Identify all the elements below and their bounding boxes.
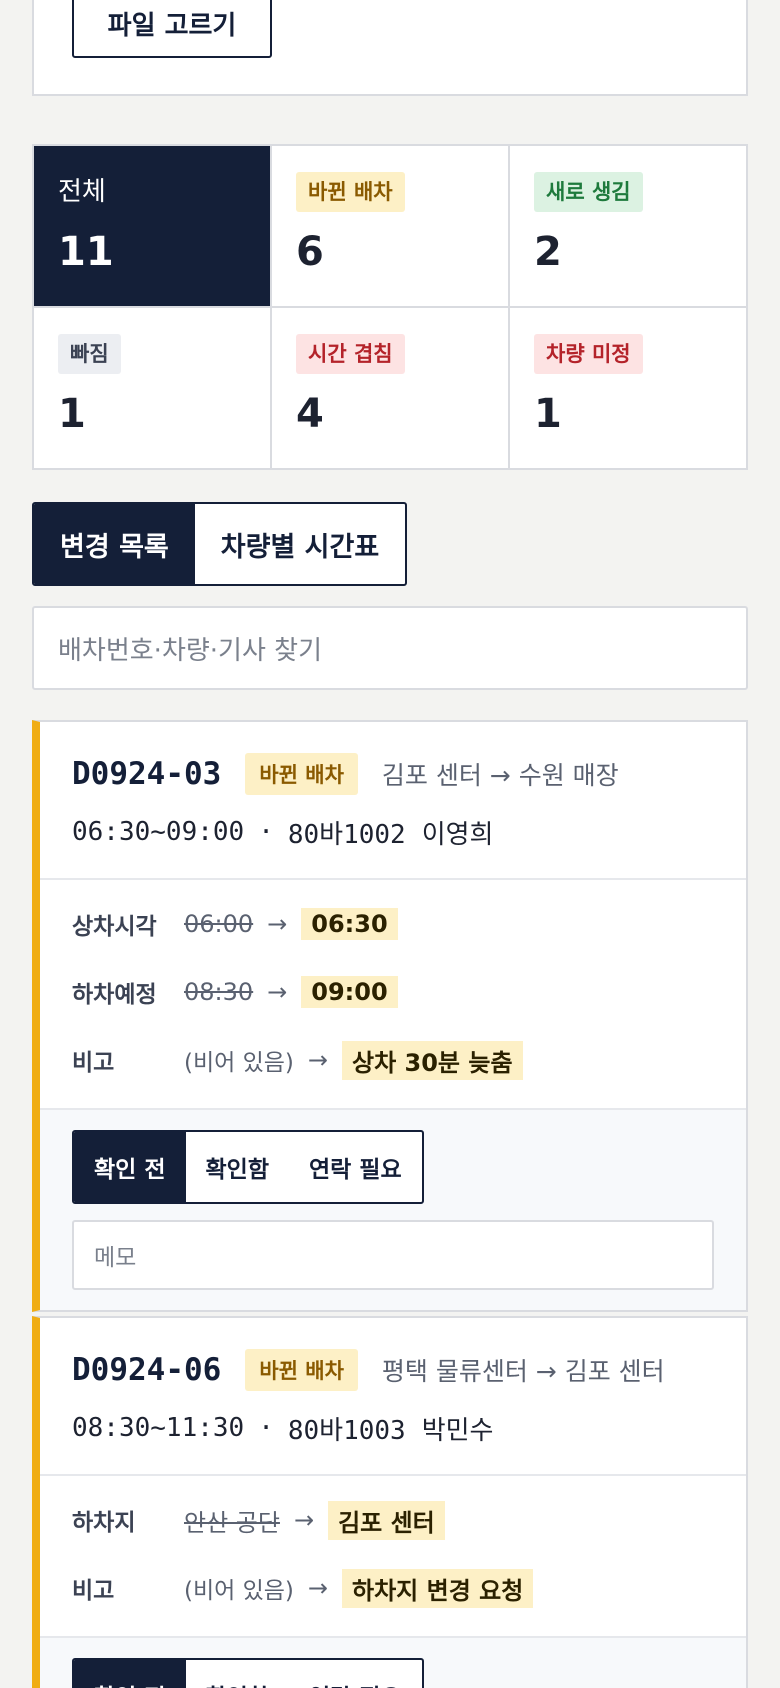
- dispatch-id: D0924-06: [72, 1352, 222, 1388]
- stat-missing-count: 1: [58, 391, 86, 437]
- stat-overlap[interactable]: 시간 겹침 4: [272, 308, 508, 468]
- review-panel: 확인 전 확인함 연락 필요 메모: [40, 1110, 746, 1310]
- vehicle-number: 80바1003: [287, 1415, 406, 1446]
- file-select-button[interactable]: 파일 고르기: [72, 0, 272, 58]
- new-value: 김포 센터: [328, 1500, 445, 1540]
- new-value: 상차 30분 늦춤: [342, 1040, 523, 1080]
- status-unchecked-button[interactable]: 확인 전: [74, 1132, 186, 1202]
- old-value: (비어 있음): [184, 1050, 294, 1076]
- status-unchecked-button[interactable]: 확인 전: [74, 1660, 186, 1688]
- status-badge: 바뀐 배차: [245, 753, 358, 795]
- arrow-right-icon: →: [267, 910, 288, 938]
- vehicle-number: 80바1002: [287, 819, 406, 850]
- stat-new[interactable]: 새로 생김 2: [510, 146, 746, 306]
- old-value: 06:00: [184, 910, 254, 938]
- route-text: 평택 물류센터 → 김포 센터: [381, 1357, 665, 1386]
- change-row: 비고 (비어 있음) → 하차지 변경 요청: [72, 1554, 714, 1622]
- status-checked-button[interactable]: 확인함: [186, 1660, 289, 1688]
- old-value: 08:30: [184, 978, 254, 1006]
- card-header: D0924-03 바뀐 배차 김포 센터 → 수원 매장 06:30~09:00…: [40, 722, 746, 880]
- time-window: 06:30~09:00: [72, 817, 245, 847]
- change-label: 하차예정: [72, 982, 157, 1008]
- status-checked-button[interactable]: 확인함: [186, 1132, 289, 1202]
- new-value: 하차지 변경 요청: [342, 1568, 534, 1608]
- status-contact-needed-button[interactable]: 연락 필요: [289, 1660, 422, 1688]
- change-list: 하차지 안산 공단 → 김포 센터 비고 (비어 있음) → 하차지 변경 요청: [40, 1476, 746, 1638]
- view-tabs: 변경 목록 차량별 시간표: [32, 502, 408, 586]
- old-value: 안산 공단: [184, 1508, 280, 1537]
- stat-missing[interactable]: 빠짐 1: [34, 308, 270, 468]
- dispatch-card: D0924-06 바뀐 배차 평택 물류센터 → 김포 센터 08:30~11:…: [32, 1316, 748, 1688]
- status-badge: 바뀐 배차: [245, 1349, 358, 1391]
- new-value: 06:30: [301, 908, 398, 940]
- arrow-right-icon: →: [267, 978, 288, 1006]
- search-input[interactable]: 배차번호·차량·기사 찾기: [32, 606, 748, 690]
- old-value: (비어 있음): [184, 1578, 294, 1604]
- stat-total-label: 전체: [58, 177, 106, 207]
- card-header: D0924-06 바뀐 배차 평택 물류센터 → 김포 센터 08:30~11:…: [40, 1318, 746, 1476]
- stat-overlap-count: 4: [296, 391, 324, 437]
- tab-change-list[interactable]: 변경 목록: [34, 504, 195, 584]
- stat-overlap-badge: 시간 겹침: [296, 334, 405, 374]
- change-row: 상차시각 06:00 → 06:30: [72, 890, 714, 958]
- change-label: 비고: [72, 1050, 115, 1076]
- stat-total-count: 11: [58, 229, 114, 275]
- stat-new-count: 2: [534, 229, 562, 275]
- change-list: 상차시각 06:00 → 06:30 하차예정 08:30 → 09:00 비고…: [40, 880, 746, 1110]
- driver-name: 이영희: [421, 819, 494, 850]
- arrow-right-icon: →: [293, 1506, 315, 1534]
- stat-missing-badge: 빠짐: [58, 334, 121, 374]
- change-label: 하차지: [72, 1510, 136, 1536]
- change-row: 하차예정 08:30 → 09:00: [72, 958, 714, 1026]
- change-row: 하차지 안산 공단 → 김포 센터: [72, 1486, 714, 1554]
- review-panel: 확인 전 확인함 연락 필요: [40, 1638, 746, 1688]
- change-row: 비고 (비어 있음) → 상차 30분 늦춤: [72, 1026, 714, 1094]
- stat-unassigned-badge: 차량 미정: [534, 334, 643, 374]
- separator: ·: [258, 1413, 274, 1443]
- stat-changed-count: 6: [296, 229, 324, 275]
- review-status-toggle: 확인 전 확인함 연락 필요: [72, 1658, 424, 1688]
- driver-name: 박민수: [421, 1415, 494, 1446]
- arrow-right-icon: →: [307, 1574, 329, 1602]
- dispatch-card: D0924-03 바뀐 배차 김포 센터 → 수원 매장 06:30~09:00…: [32, 720, 748, 1312]
- status-contact-needed-button[interactable]: 연락 필요: [289, 1132, 422, 1202]
- review-status-toggle: 확인 전 확인함 연락 필요: [72, 1130, 424, 1204]
- new-value: 09:00: [301, 976, 398, 1008]
- stat-unassigned[interactable]: 차량 미정 1: [510, 308, 746, 468]
- tab-vehicle-schedule[interactable]: 차량별 시간표: [195, 504, 405, 584]
- route-text: 김포 센터 → 수원 매장: [381, 761, 619, 790]
- time-window: 08:30~11:30: [72, 1413, 245, 1443]
- summary-stats: 전체 11 바뀐 배차 6 새로 생김 2 빠짐 1 시간 겹침 4 차량 미정…: [32, 144, 748, 470]
- dispatch-id: D0924-03: [72, 756, 222, 792]
- stat-new-badge: 새로 생김: [534, 172, 643, 212]
- arrow-right-icon: →: [307, 1046, 329, 1074]
- change-label: 상차시각: [72, 914, 157, 940]
- change-label: 비고: [72, 1578, 115, 1604]
- stat-total[interactable]: 전체 11: [34, 146, 270, 306]
- stat-unassigned-count: 1: [534, 391, 562, 437]
- stat-changed-badge: 바뀐 배차: [296, 172, 405, 212]
- stat-changed[interactable]: 바뀐 배차 6: [272, 146, 508, 306]
- separator: ·: [258, 817, 274, 847]
- memo-input[interactable]: 메모: [72, 1220, 714, 1290]
